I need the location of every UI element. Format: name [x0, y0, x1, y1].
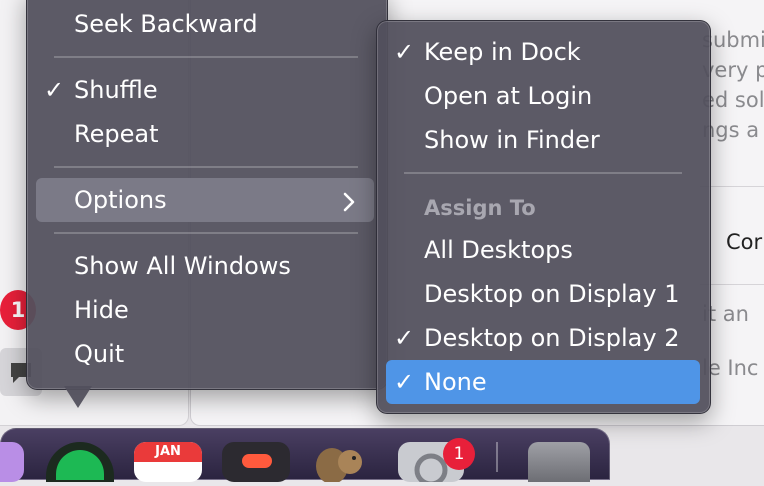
trash-icon[interactable] — [528, 442, 590, 482]
settings-badge: 1 — [443, 438, 475, 470]
menu-separator — [54, 166, 358, 168]
checkmark-icon: ✓ — [394, 38, 415, 66]
squirrel-app-icon[interactable] — [308, 442, 372, 484]
menu-item-options[interactable]: Options — [74, 186, 167, 214]
menu-item-show-in-finder[interactable]: Show in Finder — [424, 126, 600, 154]
background-label: Cor — [726, 230, 763, 254]
background-text: submi — [702, 28, 764, 52]
checkmark-icon: ✓ — [394, 324, 415, 352]
dock-divider — [496, 442, 498, 472]
menu-separator — [54, 232, 358, 234]
menu-separator — [54, 56, 358, 58]
menu-item-desktop-display-2[interactable]: Desktop on Display 2 — [424, 324, 680, 352]
menu-item-keep-in-dock[interactable]: Keep in Dock — [424, 38, 581, 66]
app-icon[interactable] — [0, 442, 24, 482]
menu-item-quit[interactable]: Quit — [74, 340, 124, 368]
menu-pointer — [64, 386, 92, 408]
menu-item-shuffle[interactable]: Shuffle — [74, 76, 158, 104]
reminders-icon[interactable] — [222, 442, 290, 482]
menu-item-repeat[interactable]: Repeat — [74, 120, 158, 148]
menu-item-show-all-windows[interactable]: Show All Windows — [74, 252, 291, 280]
menu-item-hide[interactable]: Hide — [74, 296, 129, 324]
menu-separator — [404, 172, 682, 174]
checkmark-icon: ✓ — [394, 368, 415, 396]
chevron-right-icon — [343, 192, 355, 212]
assign-to-header: Assign To — [424, 196, 536, 220]
calendar-icon[interactable]: JAN — [134, 442, 202, 482]
menu-item-open-at-login[interactable]: Open at Login — [424, 82, 592, 110]
background-text: ed solu — [702, 88, 764, 112]
calendar-month: JAN — [134, 442, 202, 462]
menu-item-desktop-display-1[interactable]: Desktop on Display 1 — [424, 280, 680, 308]
menu-item-none[interactable]: None — [424, 368, 487, 396]
checkmark-icon: ✓ — [44, 76, 65, 104]
background-text: very p — [702, 58, 764, 82]
menu-item-all-desktops[interactable]: All Desktops — [424, 236, 573, 264]
menu-item-seek-backward[interactable]: Seek Backward — [74, 10, 258, 38]
